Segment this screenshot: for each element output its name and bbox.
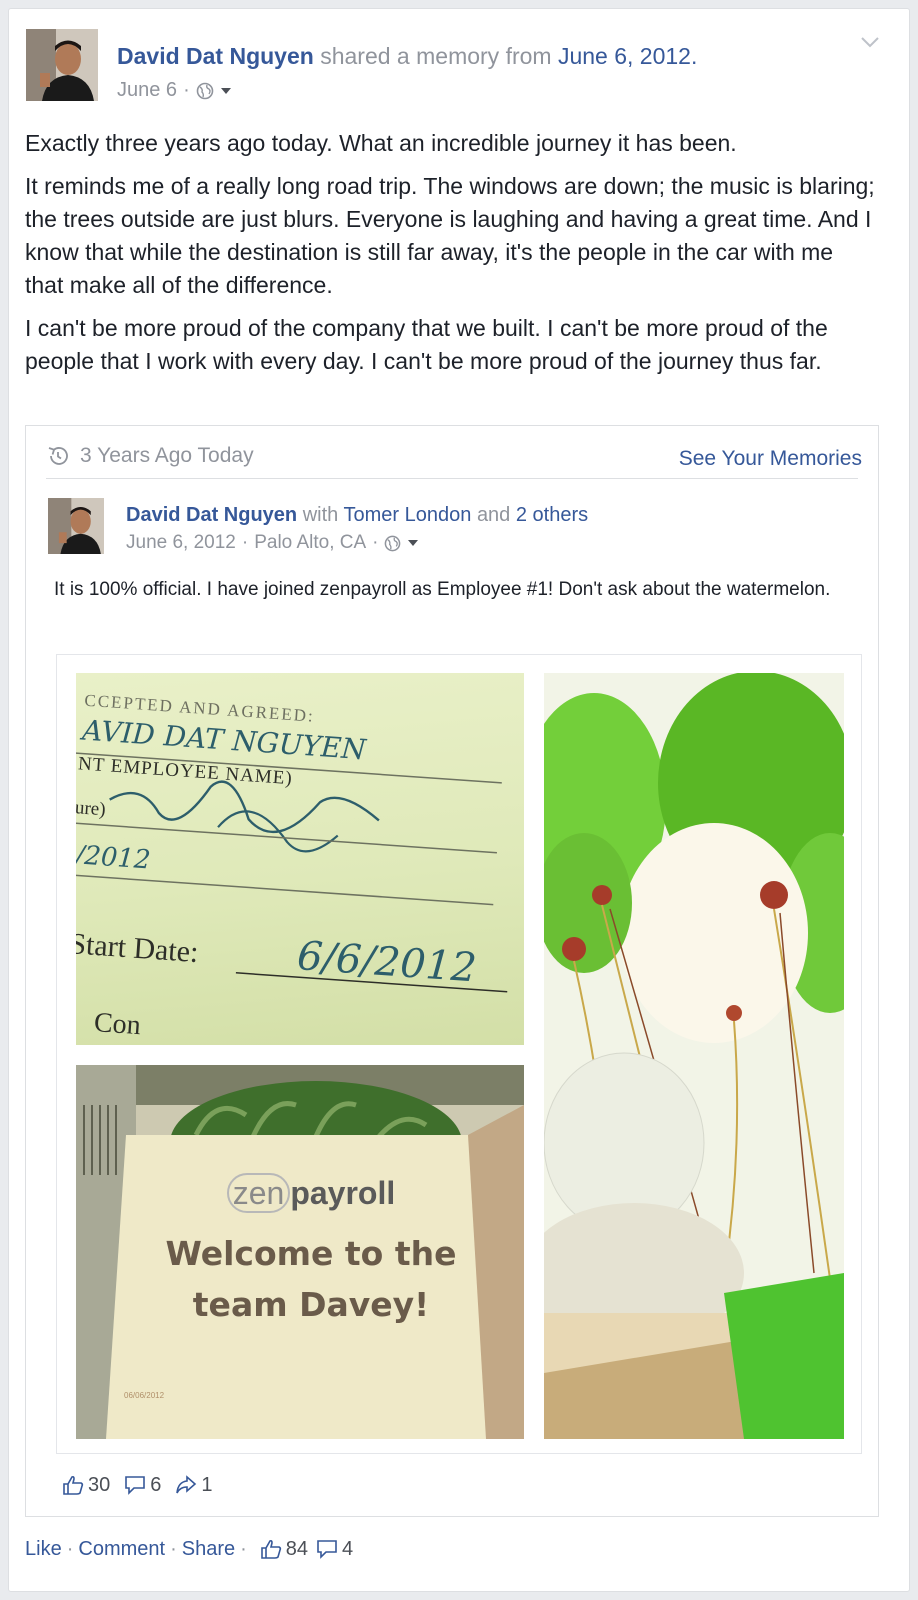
action-separator: · bbox=[66, 1537, 74, 1560]
shared-text: shared a memory from bbox=[320, 43, 552, 69]
welcome-line: team Davey! bbox=[192, 1285, 430, 1324]
see-memories-link[interactable]: See Your Memories bbox=[679, 447, 862, 471]
welcome-small-date: 06/06/2012 bbox=[124, 1391, 165, 1400]
inner-post-meta: June 6, 2012 · Palo Alto, CA · bbox=[126, 532, 419, 554]
action-separator: · bbox=[170, 1537, 177, 1560]
memory-title: 3 Years Ago Today bbox=[46, 444, 254, 468]
memory-stats: 30 6 1 bbox=[62, 1470, 221, 1500]
meta-separator: · bbox=[372, 532, 379, 553]
zenpayroll-logo: zen payroll bbox=[226, 1173, 396, 1213]
others-link[interactable]: 2 others bbox=[516, 504, 588, 526]
contract-text: ure) bbox=[76, 797, 106, 820]
share-button[interactable]: Share bbox=[182, 1538, 235, 1561]
memory-likes[interactable]: 30 bbox=[62, 1474, 110, 1497]
inner-date-link[interactable]: June 6, 2012 bbox=[126, 532, 236, 554]
meta-separator: · bbox=[183, 79, 190, 101]
avatar[interactable] bbox=[26, 29, 98, 101]
post-paragraph: I can't be more proud of the company tha… bbox=[25, 315, 828, 374]
comments-count: 6 bbox=[150, 1473, 162, 1496]
photo-welcome-sign[interactable]: zen payroll Welcome to the team Davey! 06… bbox=[76, 1065, 524, 1439]
inner-post-text: It is 100% official. I have joined zenpa… bbox=[54, 579, 831, 600]
welcome-card: zen payroll Welcome to the team Davey! 06… bbox=[116, 1161, 506, 1421]
tagged-person-link[interactable]: Tomer London bbox=[344, 504, 472, 526]
meta-separator: · bbox=[241, 532, 249, 553]
photo-balloons[interactable] bbox=[544, 673, 844, 1439]
photo-contract[interactable]: CCEPTED AND AGREED: AVID DAT NGUYEN NT E… bbox=[76, 673, 524, 1045]
welcome-line: Welcome to the bbox=[165, 1234, 457, 1273]
post-comments-count: 4 bbox=[342, 1537, 354, 1560]
share-icon bbox=[176, 1475, 197, 1494]
logo-zen: zen bbox=[226, 1173, 291, 1213]
memory-attachment: 3 Years Ago Today See Your Memories Davi… bbox=[25, 425, 879, 1517]
post-likes[interactable]: 84 bbox=[260, 1538, 308, 1561]
globe-icon[interactable] bbox=[384, 535, 401, 552]
memory-shares[interactable]: 1 bbox=[175, 1473, 213, 1497]
memory-date-link[interactable]: June 6, 2012. bbox=[558, 43, 697, 69]
author-link[interactable]: David Dat Nguyen bbox=[126, 504, 297, 526]
contract-text: Con bbox=[93, 1007, 142, 1041]
memory-divider bbox=[46, 478, 858, 479]
with-text: with bbox=[302, 504, 339, 526]
location-link[interactable]: Palo Alto, CA bbox=[254, 532, 366, 554]
shares-count: 1 bbox=[201, 1473, 213, 1496]
thumbs-up-icon bbox=[260, 1539, 281, 1559]
inner-post-header: David Dat Nguyen with Tomer London and 2… bbox=[48, 498, 848, 558]
comment-icon bbox=[317, 1540, 337, 1559]
logo-payroll: payroll bbox=[290, 1175, 396, 1211]
comment-icon bbox=[125, 1476, 146, 1495]
likes-count: 30 bbox=[88, 1473, 111, 1496]
post-title: David Dat Nguyen shared a memory from Ju… bbox=[117, 43, 697, 70]
memory-title-text: 3 Years Ago Today bbox=[80, 444, 254, 467]
avatar[interactable] bbox=[48, 498, 104, 554]
post-paragraph: Exactly three years ago today. What an i… bbox=[25, 130, 737, 156]
memory-comments[interactable]: 6 bbox=[124, 1474, 161, 1497]
thumbs-up-icon bbox=[63, 1475, 84, 1495]
caret-down-icon[interactable] bbox=[407, 538, 419, 548]
photo-collage: CCEPTED AND AGREED: AVID DAT NGUYEN NT E… bbox=[56, 654, 862, 1454]
post-card: David Dat Nguyen shared a memory from Ju… bbox=[8, 8, 910, 1592]
like-button[interactable]: Like bbox=[25, 1538, 62, 1561]
post-actions: Like · Comment · Share · 84 4 bbox=[25, 1529, 353, 1569]
contract-date: /2012 bbox=[76, 840, 152, 875]
action-separator: · bbox=[240, 1537, 247, 1560]
author-link[interactable]: David Dat Nguyen bbox=[117, 43, 314, 69]
post-header: David Dat Nguyen shared a memory from Ju… bbox=[26, 29, 866, 105]
post-likes-count: 84 bbox=[285, 1537, 309, 1560]
and-text: and bbox=[476, 504, 511, 526]
comment-button[interactable]: Comment bbox=[78, 1538, 165, 1561]
post-paragraph: It reminds me of a really long road trip… bbox=[25, 173, 875, 298]
post-body: Exactly three years ago today. What an i… bbox=[25, 127, 875, 388]
post-comments[interactable]: 4 bbox=[316, 1538, 353, 1561]
start-date-value: 6/6/2012 bbox=[296, 933, 478, 991]
globe-icon[interactable] bbox=[196, 82, 214, 100]
start-date-label: Start Date: bbox=[76, 927, 200, 969]
post-meta: June 6 · bbox=[117, 79, 232, 102]
history-clock-icon bbox=[48, 447, 68, 465]
inner-post-title: David Dat Nguyen with Tomer London and 2… bbox=[126, 504, 588, 527]
timestamp-link[interactable]: June 6 bbox=[117, 79, 177, 102]
memory-header: 3 Years Ago Today See Your Memories bbox=[26, 426, 878, 480]
caret-down-icon[interactable] bbox=[220, 86, 232, 96]
